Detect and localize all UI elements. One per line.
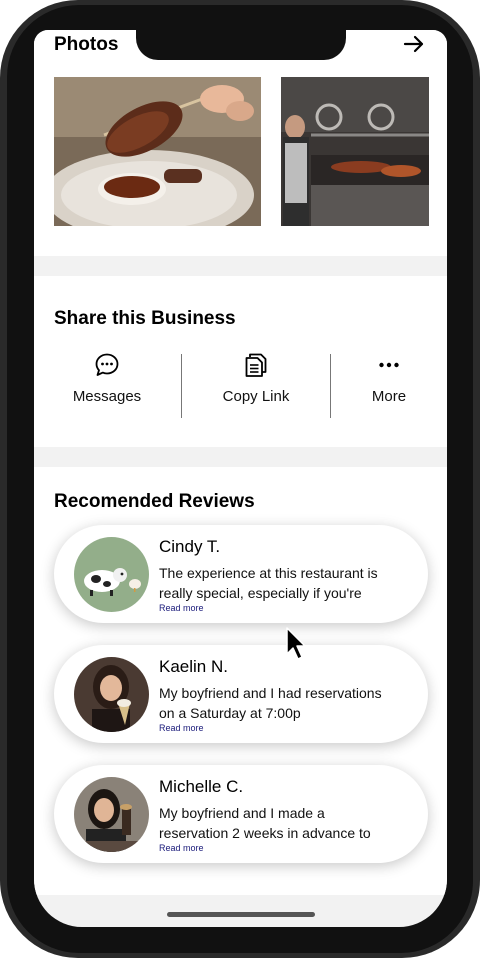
app-screen: Photos Share this Business Messages Copy… (34, 30, 447, 927)
arrow-right-icon[interactable] (402, 32, 426, 56)
reviewer-name: Kaelin N. (159, 657, 228, 676)
share-messages-button[interactable]: Messages (37, 352, 177, 422)
photo-kebab[interactable] (54, 77, 261, 226)
home-indicator[interactable] (167, 912, 315, 917)
phone-notch (136, 22, 346, 60)
avatar (74, 777, 149, 852)
read-more-link[interactable]: Read more (159, 603, 204, 613)
read-more-link[interactable]: Read more (159, 843, 204, 853)
mouse-pointer-icon (286, 627, 306, 660)
photo-grill[interactable] (281, 77, 429, 226)
read-more-link[interactable]: Read more (159, 723, 204, 733)
share-copy-link-label: Copy Link (222, 388, 290, 405)
share-more-label: More (371, 388, 407, 405)
review-text: My boyfriend and I had reservations on a… (159, 685, 382, 721)
message-bubble-icon (95, 353, 119, 376)
avatar (74, 537, 149, 612)
review-card[interactable]: Cindy T. The experience at this restaura… (54, 525, 428, 623)
review-card[interactable]: Michelle C. My boyfriend and I made a re… (54, 765, 428, 863)
share-copy-link-button[interactable]: Copy Link (186, 352, 326, 422)
share-messages-label: Messages (72, 388, 142, 405)
review-text: My boyfriend and I made a reservation 2 … (159, 805, 371, 841)
share-more-button[interactable]: More (319, 352, 447, 422)
share-divider (181, 354, 182, 418)
more-dots-icon (379, 362, 399, 368)
photos-title: Photos (54, 34, 119, 55)
reviews-section: Recomended Reviews Cindy T. The experien (34, 467, 447, 895)
avatar (74, 657, 149, 732)
document-copy-icon (245, 353, 267, 377)
review-text: The experience at this restaurant is rea… (159, 565, 378, 601)
share-title: Share this Business (54, 308, 236, 329)
review-card[interactable]: Kaelin N. My boyfriend and I had reserva… (54, 645, 428, 743)
reviewer-name: Cindy T. (159, 537, 221, 556)
photos-section: Photos (34, 30, 447, 256)
share-section: Share this Business Messages Copy Link M… (34, 276, 447, 447)
reviewer-name: Michelle C. (159, 777, 244, 796)
reviews-title: Recomended Reviews (54, 491, 255, 512)
